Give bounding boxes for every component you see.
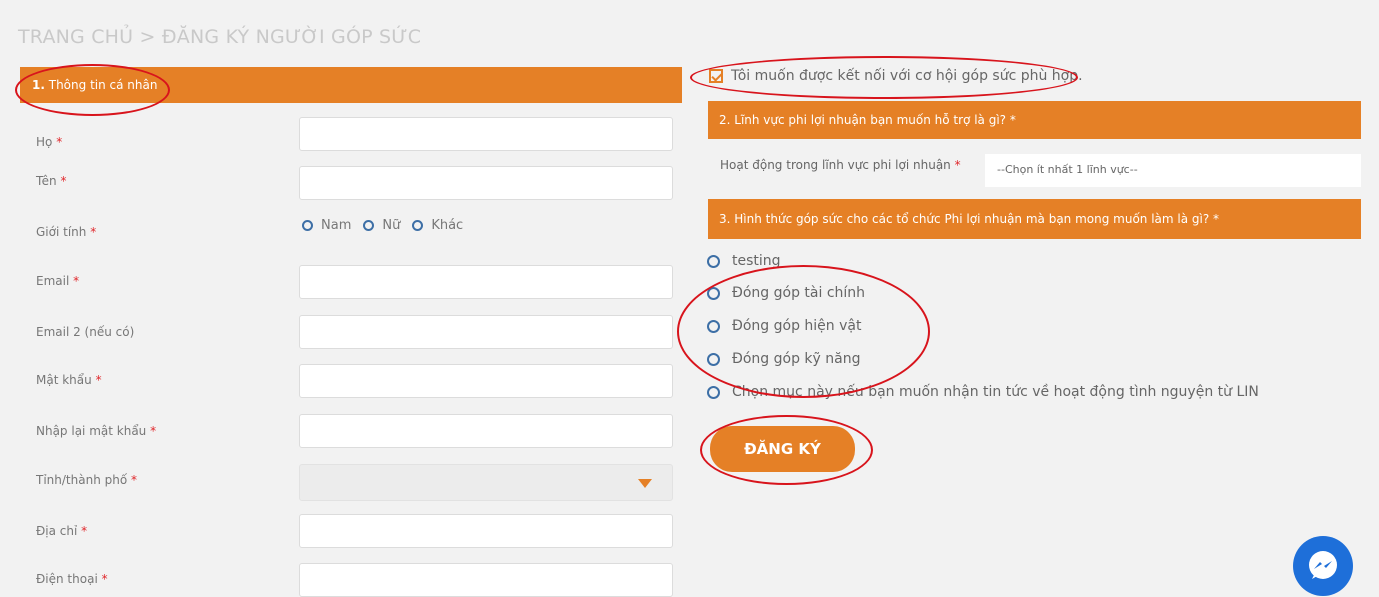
label-diachi: Địa chỉ *: [36, 524, 88, 538]
password-input[interactable]: [299, 364, 673, 398]
radio-circle-icon[interactable]: [707, 254, 720, 268]
radio-circle-icon[interactable]: [363, 220, 375, 231]
confirm-password-input[interactable]: [299, 414, 673, 448]
caret-down-icon: [638, 479, 652, 488]
field-area-placeholder: --Chọn ít nhất 1 lĩnh vực--: [997, 163, 1138, 176]
label-email2: Email 2 (nếu có): [36, 325, 135, 339]
radio-circle-icon[interactable]: [412, 220, 424, 231]
checkmark-icon[interactable]: [709, 69, 723, 83]
section-title: Thông tin cá nhân: [48, 78, 158, 92]
gender-option-nu[interactable]: Nữ: [363, 218, 400, 233]
ho-input[interactable]: [299, 117, 673, 151]
radio-circle-icon[interactable]: [302, 220, 313, 231]
section-header-contribution-type: 3. Hình thức góp sức cho các tổ chức Phi…: [708, 199, 1361, 239]
gender-option-khac[interactable]: Khác: [412, 218, 463, 233]
radio-circle-icon[interactable]: [707, 385, 720, 399]
label-dienthoai: Điện thoại *: [36, 572, 108, 586]
contribution-option-skills[interactable]: Đóng góp kỹ năng: [707, 351, 860, 367]
contribution-option-goods[interactable]: Đóng góp hiện vật: [707, 318, 861, 334]
email2-input[interactable]: [299, 315, 673, 349]
label-matkhau: Mật khẩu *: [36, 373, 102, 387]
register-button[interactable]: ĐĂNG KÝ: [710, 426, 855, 472]
label-ten: Tên *: [36, 174, 67, 188]
email-input[interactable]: [299, 265, 673, 299]
label-ho: Họ *: [36, 135, 63, 149]
connect-checkbox-row[interactable]: Tôi muốn được kết nối với cơ hội góp sức…: [709, 68, 1083, 84]
radio-circle-icon[interactable]: [707, 286, 720, 300]
contribution-option-newsletter[interactable]: Chọn mục này nếu bạn muốn nhận tin tức v…: [707, 384, 1259, 400]
breadcrumb: TRANG CHỦ > ĐĂNG KÝ NGƯỜI GÓP SỨC: [18, 26, 422, 48]
address-input[interactable]: [299, 514, 673, 548]
label-field-area: Hoạt động trong lĩnh vực phi lợi nhuận *: [720, 158, 961, 172]
field-area-select[interactable]: --Chọn ít nhất 1 lĩnh vực--: [985, 154, 1361, 187]
section-number: 1.: [32, 78, 45, 92]
gender-radio-group: Nam Nữ Khác: [302, 218, 475, 233]
connect-checkbox-label: Tôi muốn được kết nối với cơ hội góp sức…: [731, 68, 1083, 84]
section3-title: 3. Hình thức góp sức cho các tổ chức Phi…: [719, 212, 1220, 226]
section2-title: 2. Lĩnh vực phi lợi nhuận bạn muốn hỗ tr…: [719, 113, 1016, 127]
section-header-personal-info: 1. Thông tin cá nhân: [20, 67, 682, 103]
messenger-icon: [1309, 551, 1337, 579]
messenger-button[interactable]: [1293, 536, 1353, 596]
contribution-option-testing[interactable]: testing: [707, 253, 781, 269]
section-header-nonprofit-field: 2. Lĩnh vực phi lợi nhuận bạn muốn hỗ tr…: [708, 101, 1361, 139]
gender-option-nam[interactable]: Nam: [302, 218, 351, 233]
label-gioitinh: Giới tính *: [36, 225, 97, 239]
contribution-option-financial[interactable]: Đóng góp tài chính: [707, 285, 865, 301]
label-tinh: Tỉnh/thành phố *: [36, 473, 137, 487]
label-email: Email *: [36, 274, 80, 288]
radio-circle-icon[interactable]: [707, 352, 720, 366]
province-select[interactable]: [299, 464, 673, 501]
label-nhaplai: Nhập lại mật khẩu *: [36, 424, 157, 438]
ten-input[interactable]: [299, 166, 673, 200]
radio-circle-icon[interactable]: [707, 319, 720, 333]
